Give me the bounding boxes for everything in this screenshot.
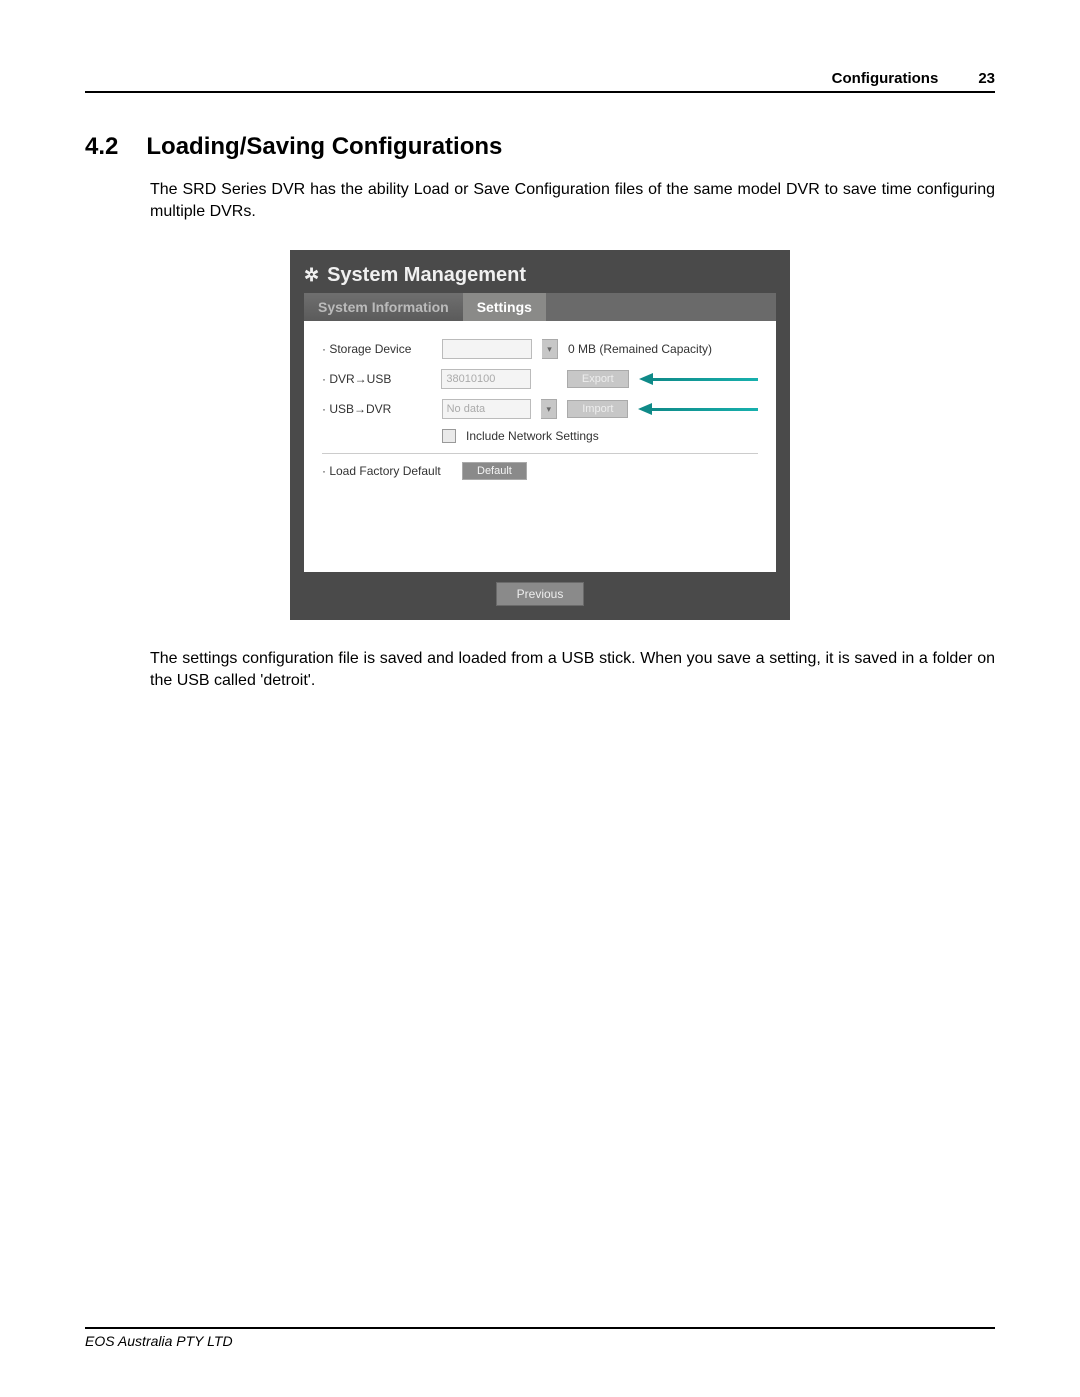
header-title: Configurations: [832, 70, 939, 87]
export-button[interactable]: Export: [567, 370, 629, 388]
dvr-to-usb-value: 38010100: [441, 369, 531, 389]
arrow-left-icon: [639, 373, 758, 385]
storage-device-select[interactable]: [442, 339, 532, 359]
page-footer: EOS Australia PTY LTD: [85, 1327, 995, 1349]
chevron-down-icon[interactable]: ▾: [542, 339, 558, 359]
chevron-down-icon[interactable]: ▾: [541, 399, 557, 419]
settings-pane: · Storage Device ▾ 0 MB (Remained Capaci…: [304, 321, 776, 572]
divider: [322, 453, 758, 454]
tab-settings[interactable]: Settings: [463, 293, 546, 321]
window-title-text: System Management: [327, 264, 526, 287]
storage-device-capacity: 0 MB (Remained Capacity): [568, 342, 712, 356]
default-button[interactable]: Default: [462, 462, 527, 480]
storage-device-label: · Storage Device: [322, 342, 432, 356]
header-page-number: 23: [978, 70, 995, 87]
outro-paragraph: The settings configuration file is saved…: [150, 648, 995, 691]
footer-org: EOS Australia PTY LTD: [85, 1333, 233, 1349]
page-header: Configurations 23: [85, 70, 995, 93]
import-button[interactable]: Import: [567, 400, 628, 418]
system-management-window: ✲ System Management System Information S…: [290, 250, 790, 620]
load-factory-default-label: · Load Factory Default: [322, 464, 452, 478]
usb-to-dvr-label: · USB→DVR: [322, 402, 432, 416]
arrow-left-icon: [638, 403, 758, 415]
gear-icon: ✲: [304, 265, 319, 286]
section-title: Loading/Saving Configurations: [146, 133, 502, 161]
section-number: 4.2: [85, 133, 118, 161]
include-network-checkbox[interactable]: [442, 429, 456, 443]
tab-system-information[interactable]: System Information: [304, 293, 463, 321]
section-heading: 4.2 Loading/Saving Configurations: [85, 133, 995, 161]
include-network-label: Include Network Settings: [466, 429, 599, 443]
window-title-bar: ✲ System Management: [304, 264, 776, 287]
previous-button[interactable]: Previous: [496, 582, 585, 606]
tab-bar: System Information Settings: [304, 293, 776, 321]
dvr-to-usb-label: · DVR→USB: [322, 372, 431, 386]
intro-paragraph: The SRD Series DVR has the ability Load …: [150, 179, 995, 222]
usb-to-dvr-select[interactable]: No data: [442, 399, 532, 419]
